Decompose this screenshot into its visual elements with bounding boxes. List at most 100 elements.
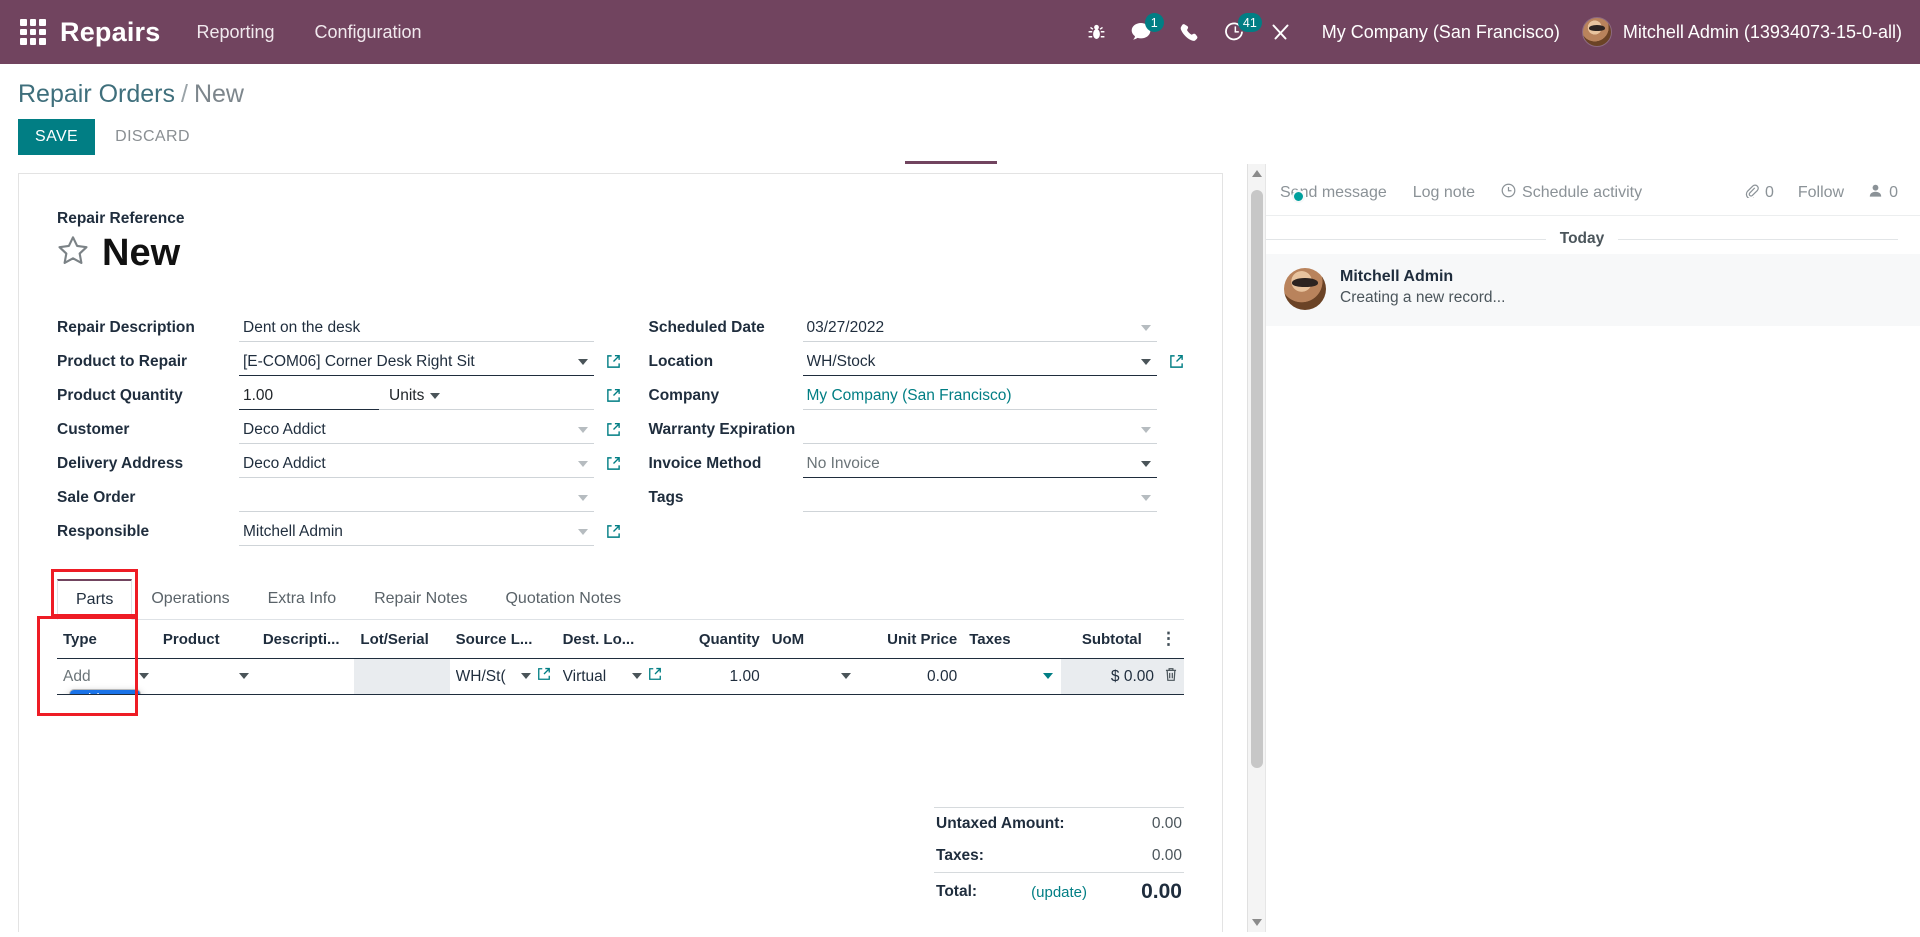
company-value[interactable]: My Company (San Francisco) — [802, 386, 1157, 410]
uom-input[interactable]: Units — [379, 387, 594, 410]
menu-configuration[interactable]: Configuration — [315, 22, 422, 43]
bug-icon[interactable] — [1074, 9, 1120, 55]
internal-link-icon[interactable] — [1169, 354, 1184, 374]
cell-taxes[interactable] — [963, 658, 1061, 695]
chevron-down-icon[interactable] — [1141, 461, 1151, 467]
chevron-down-icon[interactable] — [632, 672, 643, 679]
dest-location-select[interactable]: Virtual — [563, 667, 663, 686]
chevron-down-icon[interactable] — [1141, 325, 1151, 331]
sale-order-input[interactable] — [239, 488, 594, 512]
scrollbar-thumb[interactable] — [1251, 190, 1263, 768]
col-lot-serial[interactable]: Lot/Serial — [354, 620, 450, 659]
internal-link-icon[interactable] — [537, 667, 551, 686]
chevron-down-icon[interactable] — [1141, 495, 1151, 501]
type-dropdown-menu[interactable]: Add Remove — [69, 689, 141, 694]
tab-extra-info[interactable]: Extra Info — [249, 579, 355, 620]
apps-grid-icon[interactable] — [20, 19, 46, 45]
customer-input[interactable]: Deco Addict — [239, 420, 594, 444]
chevron-down-icon[interactable] — [138, 672, 149, 679]
col-quantity[interactable]: Quantity — [668, 620, 766, 659]
internal-link-icon[interactable] — [606, 354, 621, 374]
menu-reporting[interactable]: Reporting — [196, 22, 274, 43]
chevron-down-icon[interactable] — [1042, 672, 1053, 679]
repair-description-input[interactable]: Dent on the desk — [239, 318, 594, 342]
chevron-down-icon[interactable] — [1141, 359, 1151, 365]
uom-select[interactable] — [772, 672, 853, 681]
cell-uom[interactable] — [765, 658, 859, 695]
tools-icon[interactable] — [1258, 9, 1304, 55]
col-unit-price[interactable]: Unit Price — [858, 620, 964, 659]
product-quantity-input[interactable]: 1.00 — [239, 387, 379, 410]
cell-source-location[interactable]: WH/St( — [449, 658, 557, 695]
tags-input[interactable] — [802, 488, 1157, 512]
attachment-count[interactable]: 0 — [1744, 183, 1774, 203]
followers-count[interactable]: 0 — [1868, 183, 1898, 203]
user-menu[interactable]: Mitchell Admin (13934073-15-0-all) — [1581, 17, 1902, 47]
internal-link-icon[interactable] — [606, 456, 621, 476]
phone-icon[interactable] — [1166, 9, 1212, 55]
delivery-address-input[interactable]: Deco Addict — [239, 454, 594, 478]
col-type[interactable]: Type — [57, 620, 157, 659]
save-button[interactable]: SAVE — [18, 119, 96, 155]
source-location-select[interactable]: WH/St( — [456, 667, 551, 686]
responsible-input[interactable]: Mitchell Admin — [239, 522, 594, 546]
chevron-down-icon[interactable] — [238, 672, 249, 679]
col-description[interactable]: Descripti... — [256, 620, 355, 659]
update-link[interactable]: (update) — [1031, 884, 1087, 901]
chevron-down-icon[interactable] — [577, 461, 588, 467]
vertical-dots-icon[interactable]: ⋮ — [1160, 629, 1178, 648]
form-scrollbar[interactable] — [1247, 164, 1265, 932]
cell-product[interactable] — [156, 658, 257, 695]
cell-unit-price[interactable]: 0.00 — [858, 658, 964, 695]
col-taxes[interactable]: Taxes — [963, 620, 1061, 659]
chevron-down-icon[interactable] — [520, 672, 531, 679]
cell-dest-location[interactable]: Virtual — [556, 658, 669, 695]
discard-button[interactable]: DISCARD — [101, 119, 204, 155]
chevron-down-icon[interactable] — [577, 427, 588, 433]
follow-button[interactable]: Follow — [1798, 184, 1844, 202]
cell-type[interactable]: Add Add Remove — [57, 658, 157, 695]
scheduled-date-input[interactable]: 03/27/2022 — [802, 318, 1157, 342]
chevron-down-icon[interactable] — [430, 393, 441, 399]
dropdown-option-add[interactable]: Add — [70, 690, 140, 694]
log-note-button[interactable]: Log note — [1413, 184, 1475, 202]
product-to-repair-input[interactable]: [E-COM06] Corner Desk Right Sit — [239, 352, 594, 376]
chevron-down-icon[interactable] — [1141, 427, 1151, 433]
warranty-expiration-input[interactable] — [802, 420, 1157, 444]
taxes-select[interactable] — [969, 672, 1055, 681]
internal-link-icon[interactable] — [648, 667, 662, 686]
col-product[interactable]: Product — [156, 620, 257, 659]
cell-quantity[interactable]: 1.00 — [668, 658, 766, 695]
schedule-activity-button[interactable]: Schedule activity — [1501, 183, 1642, 203]
internal-link-icon[interactable] — [606, 422, 621, 442]
col-subtotal[interactable]: Subtotal ⋮ — [1060, 620, 1184, 659]
chevron-down-icon[interactable] — [577, 359, 588, 365]
tab-quotation-notes[interactable]: Quotation Notes — [486, 579, 640, 620]
scroll-up-icon[interactable] — [1252, 170, 1262, 177]
cell-description[interactable] — [256, 658, 355, 695]
tab-repair-notes[interactable]: Repair Notes — [355, 579, 486, 620]
internal-link-icon[interactable] — [606, 388, 621, 408]
table-row[interactable]: Add Add Remove — [57, 658, 1184, 695]
breadcrumb-repair-orders[interactable]: Repair Orders — [18, 80, 175, 108]
app-brand-repairs[interactable]: Repairs — [60, 17, 160, 48]
internal-link-icon[interactable] — [606, 524, 621, 544]
col-dest-location[interactable]: Dest. Lo... — [556, 620, 669, 659]
tab-parts[interactable]: Parts — [57, 579, 133, 620]
col-uom[interactable]: UoM — [765, 620, 859, 659]
col-source-location[interactable]: Source L... — [449, 620, 557, 659]
activities-clock-icon[interactable]: 41 — [1212, 9, 1262, 55]
messages-icon[interactable]: 1 — [1120, 9, 1166, 55]
trash-icon[interactable] — [1164, 667, 1178, 687]
chevron-down-icon[interactable] — [577, 495, 588, 501]
star-outline-icon[interactable] — [57, 235, 89, 271]
company-switcher[interactable]: My Company (San Francisco) — [1322, 22, 1560, 43]
scroll-down-icon[interactable] — [1252, 919, 1262, 926]
type-select[interactable]: Add — [63, 668, 151, 686]
location-input[interactable]: WH/Stock — [802, 352, 1157, 376]
tab-operations[interactable]: Operations — [132, 579, 248, 620]
product-select[interactable] — [163, 672, 251, 681]
chevron-down-icon[interactable] — [577, 529, 588, 535]
invoice-method-select[interactable]: No Invoice — [802, 454, 1157, 478]
chevron-down-icon[interactable] — [840, 672, 851, 679]
